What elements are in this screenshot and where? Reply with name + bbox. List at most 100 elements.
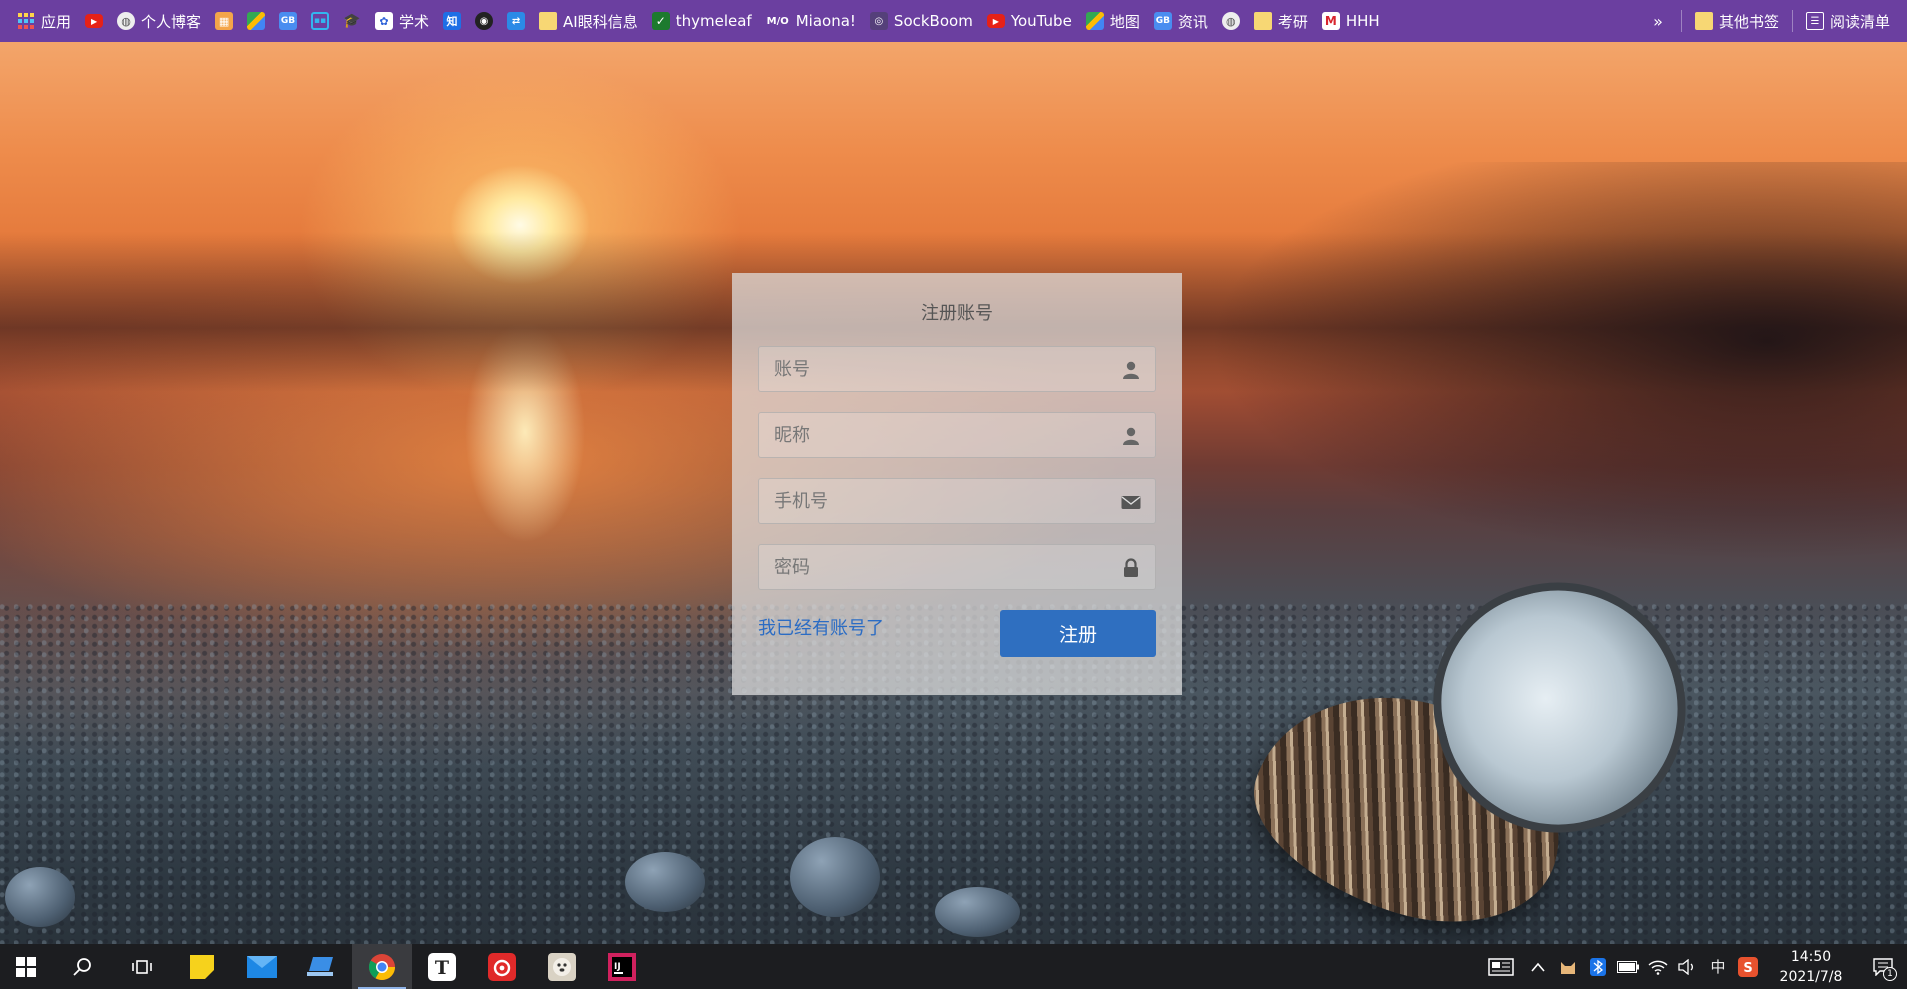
register-card: 注册账号 我已经有账号了 注册 [732, 273, 1182, 695]
intellij-icon: IJ [608, 952, 636, 981]
pebble [790, 837, 880, 917]
bookmark-gb-1[interactable]: GB [272, 6, 304, 36]
maps-icon [1085, 12, 1104, 30]
taskbar-image-viewer[interactable] [532, 944, 592, 989]
bookmark-zhihu[interactable]: 知 [436, 6, 468, 36]
clam-shell [1230, 553, 1714, 944]
start-button[interactable] [0, 944, 52, 989]
task-view-icon [132, 959, 152, 974]
system-clock[interactable]: 14:50 2021/7/8 [1763, 947, 1859, 987]
already-have-account-link[interactable]: 我已经有账号了 [758, 614, 884, 640]
taskbar-remote-desktop[interactable] [292, 944, 352, 989]
bookmark-hhh[interactable]: M HHH [1315, 6, 1387, 36]
translate-icon: ⇄ [507, 12, 526, 30]
laptop-icon [307, 956, 333, 976]
account-input[interactable] [759, 347, 1155, 391]
gb-icon: GB [279, 12, 298, 30]
task-view-button[interactable] [112, 944, 172, 989]
globe-icon: ◍ [1221, 12, 1240, 30]
folder-icon [1253, 12, 1272, 30]
reading-list-button[interactable]: ☰ 阅读清单 [1799, 6, 1897, 36]
bookmark-other[interactable]: 其他书签 [1688, 6, 1786, 36]
phone-input[interactable] [759, 479, 1155, 523]
bookmark-miaona[interactable]: M/O Miaona! [759, 6, 863, 36]
notification-count-badge: 1 [1883, 967, 1897, 981]
m-logo-icon: M [1321, 12, 1340, 30]
bookmark-blog[interactable]: ◍ 个人博客 [110, 6, 208, 36]
youtube-icon: ▶ [986, 14, 1005, 28]
system-tray: 中 S 14:50 2021/7/8 1 [1479, 944, 1907, 989]
taskbar-typora[interactable]: T [412, 944, 472, 989]
wifi-icon[interactable] [1643, 944, 1673, 989]
svg-text:S: S [1743, 961, 1752, 976]
sogou-input-icon[interactable]: S [1733, 944, 1763, 989]
battery-icon[interactable] [1613, 944, 1643, 989]
bookmark-bilibili[interactable]: ▪▪ [304, 6, 336, 36]
zhihu-icon: 知 [443, 12, 462, 30]
password-field [758, 544, 1156, 590]
folder-icon [1694, 12, 1713, 30]
bookmark-youtube-1[interactable]: ▶ [78, 6, 110, 36]
bookmark-youtube-2[interactable]: ▶ YouTube [980, 6, 1079, 36]
bookmark-scholar[interactable]: 🎓 [336, 6, 368, 36]
register-actions: 我已经有账号了 注册 [758, 610, 1156, 658]
bookmark-baidu-scholar[interactable]: ✿ 学术 [368, 6, 436, 36]
bookmark-label: 考研 [1277, 12, 1308, 31]
action-center-button[interactable]: 1 [1859, 944, 1907, 989]
bookmark-folder-kaoyan[interactable]: 考研 [1247, 6, 1315, 36]
bluetooth-icon[interactable] [1583, 944, 1613, 989]
password-input[interactable] [759, 545, 1155, 589]
bookmark-github[interactable]: ◉ [468, 6, 500, 36]
pebble [5, 867, 75, 927]
clock-time: 14:50 [1790, 948, 1832, 965]
bookmark-label: 其他书签 [1718, 12, 1779, 31]
apps-grid-icon [17, 12, 35, 30]
bookmark-label: SockBoom [893, 12, 973, 30]
taskbar-mail[interactable] [232, 944, 292, 989]
thymeleaf-icon: ✓ [651, 12, 670, 30]
svg-text:IJ: IJ [614, 962, 621, 972]
bookmark-separator [1791, 10, 1793, 32]
taskbar-chrome[interactable] [352, 944, 412, 989]
taskbar-intellij[interactable]: IJ [592, 944, 652, 989]
search-button[interactable] [52, 944, 112, 989]
miaona-icon: M/O [766, 15, 789, 27]
bookmark-label: AI眼科信息 [563, 12, 638, 31]
user-icon [1121, 360, 1141, 380]
bookmark-translate[interactable]: ⇄ [500, 6, 532, 36]
register-title: 注册账号 [921, 303, 993, 324]
bookmark-store[interactable]: ▦ [208, 6, 240, 36]
phone-field [758, 478, 1156, 524]
bookmark-news[interactable]: GB 资讯 [1147, 6, 1215, 36]
chevron-up-icon[interactable] [1523, 944, 1553, 989]
register-button[interactable]: 注册 [1000, 610, 1156, 657]
bookmarks-more-button[interactable]: » [1641, 6, 1675, 36]
lock-icon [1121, 558, 1141, 578]
bookmark-apps[interactable]: 应用 [10, 6, 78, 36]
pebble [625, 852, 705, 912]
bookmark-maps-1[interactable] [240, 6, 272, 36]
bookmark-sockboom[interactable]: ◎ SockBoom [863, 6, 980, 36]
ime-indicator[interactable]: 中 [1703, 944, 1733, 989]
bilibili-icon: ▪▪ [311, 12, 330, 30]
shadow-area [1207, 162, 1907, 562]
bookmark-label: 地图 [1109, 12, 1140, 31]
taskbar-sticky-notes[interactable] [172, 944, 232, 989]
nickname-input[interactable] [759, 413, 1155, 457]
bookmark-thymeleaf[interactable]: ✓ thymeleaf [645, 6, 759, 36]
taskbar-netease-music[interactable] [472, 944, 532, 989]
clock-date: 2021/7/8 [1779, 968, 1843, 985]
bookmark-folder-ai[interactable]: AI眼科信息 [532, 6, 645, 36]
search-icon [73, 957, 91, 976]
news-widget-icon[interactable] [1479, 944, 1523, 989]
account-field [758, 346, 1156, 392]
bookmark-maps-2[interactable]: 地图 [1079, 6, 1147, 36]
cat-app-icon[interactable] [1553, 944, 1583, 989]
dog-photo-icon [548, 952, 576, 981]
bookmark-globe[interactable]: ◍ [1215, 6, 1247, 36]
netease-music-icon [488, 952, 516, 981]
bookmark-separator [1680, 10, 1682, 32]
windows-logo-icon [16, 956, 36, 977]
bookmark-label: 阅读清单 [1829, 12, 1890, 31]
volume-icon[interactable] [1673, 944, 1703, 989]
